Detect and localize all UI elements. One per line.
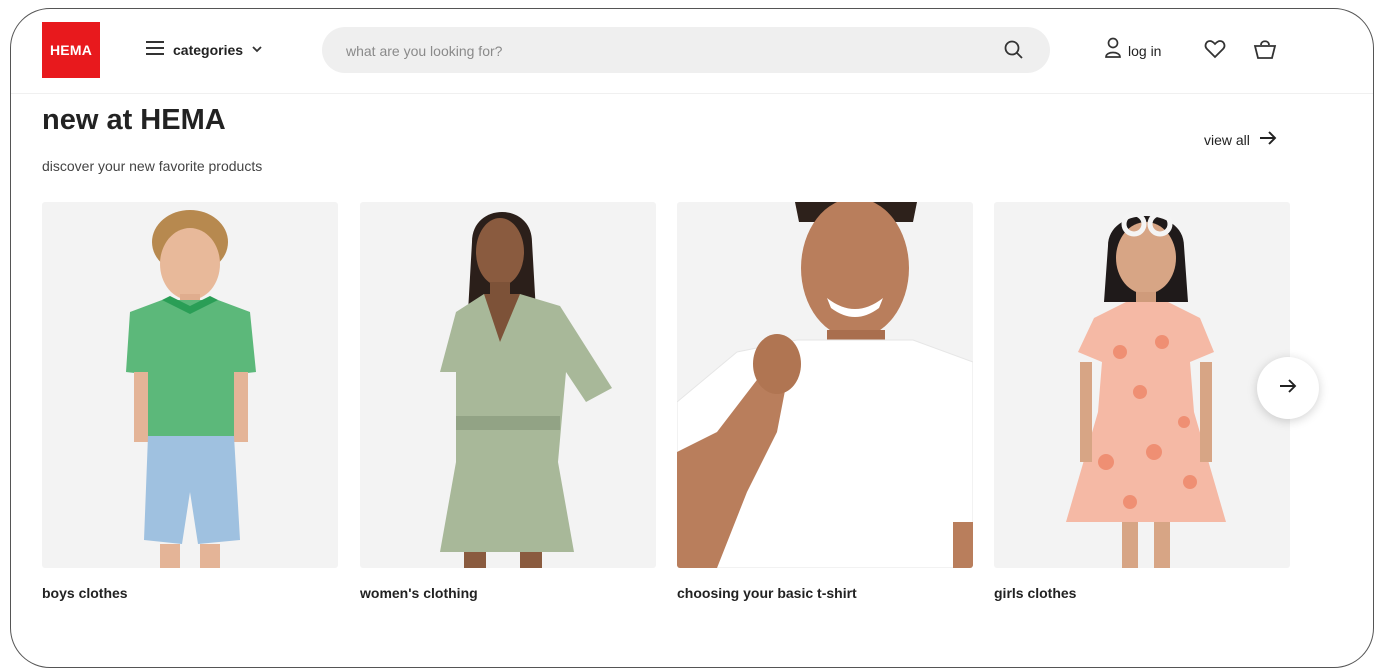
- logo-text: HEMA: [49, 42, 93, 58]
- chevron-down-icon: [251, 41, 263, 59]
- search-input[interactable]: [344, 27, 988, 75]
- browser-frame: HEMA categories log in: [10, 8, 1374, 668]
- categories-button[interactable]: categories: [145, 37, 263, 63]
- search-icon[interactable]: [1003, 39, 1025, 66]
- product-label: girls clothes: [994, 585, 1077, 601]
- site-header: HEMA categories log in: [11, 9, 1373, 94]
- product-label: women's clothing: [360, 585, 478, 601]
- login-link[interactable]: log in: [1104, 37, 1161, 64]
- categories-label: categories: [173, 42, 244, 58]
- hema-logo[interactable]: HEMA: [42, 22, 100, 78]
- heart-icon[interactable]: [1204, 39, 1226, 64]
- section-title: new at HEMA: [42, 104, 226, 136]
- section-subtitle: discover your new favorite products: [42, 158, 263, 174]
- product-card[interactable]: women's clothing: [360, 202, 656, 601]
- basket-icon[interactable]: [1253, 38, 1277, 65]
- login-label: log in: [1128, 42, 1162, 59]
- menu-icon: [145, 40, 165, 61]
- arrow-right-icon: [1258, 130, 1278, 149]
- arrow-right-icon: [1278, 377, 1298, 400]
- product-image-boys: [42, 202, 338, 568]
- product-image-women: [360, 202, 656, 568]
- product-label: boys clothes: [42, 585, 128, 601]
- carousel-next-button[interactable]: [1257, 357, 1319, 419]
- search-bar: [322, 27, 1050, 75]
- product-label: choosing your basic t-shirt: [677, 585, 857, 601]
- product-card[interactable]: girls clothes: [994, 202, 1290, 601]
- user-icon: [1104, 37, 1122, 64]
- product-card[interactable]: choosing your basic t-shirt: [677, 202, 973, 601]
- product-card[interactable]: boys clothes: [42, 202, 338, 601]
- view-all-label: view all: [1204, 131, 1250, 148]
- product-image-girls: [994, 202, 1290, 568]
- view-all-link[interactable]: view all: [1204, 130, 1278, 149]
- product-image-tshirt: [677, 202, 973, 568]
